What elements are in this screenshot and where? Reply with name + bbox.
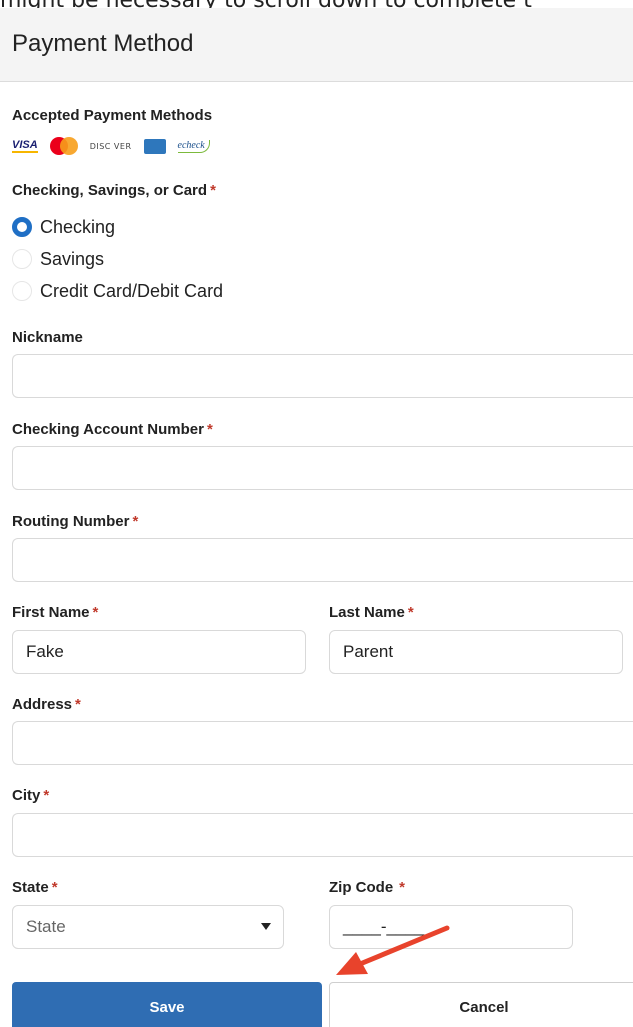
save-button[interactable]: Save xyxy=(12,982,322,1027)
cancel-button[interactable]: Cancel xyxy=(329,982,633,1027)
annotation-arrow-icon xyxy=(336,925,450,975)
